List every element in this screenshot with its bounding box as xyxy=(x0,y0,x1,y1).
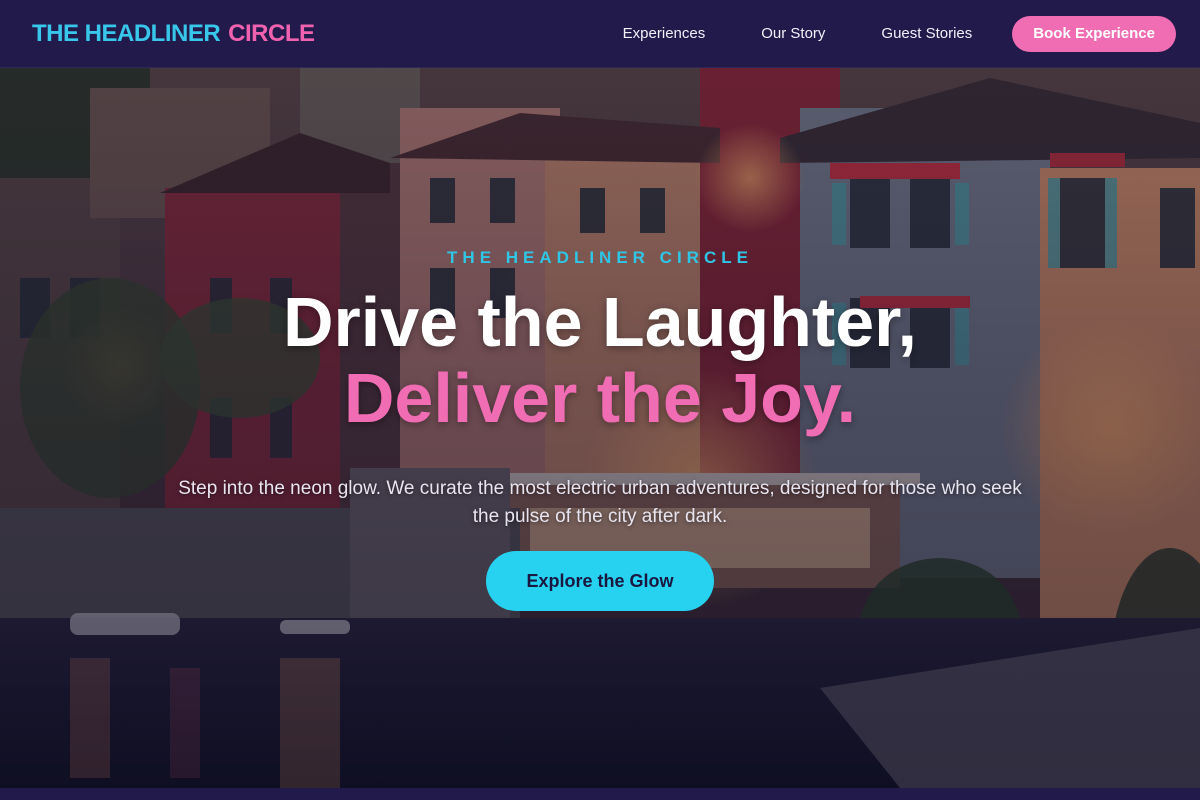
hero-headline-line1: Drive the Laughter, xyxy=(282,283,918,361)
nav-link-our-story[interactable]: Our Story xyxy=(761,25,825,42)
brand-logo[interactable]: THE HEADLINER CIRCLE xyxy=(32,20,315,48)
hero-eyebrow: THE HEADLINER CIRCLE xyxy=(447,248,753,267)
book-experience-button[interactable]: Book Experience xyxy=(1012,15,1176,52)
hero-section: THE HEADLINER CIRCLE Drive the Laughter,… xyxy=(0,68,1200,788)
hero-headline-line2: Deliver the Joy. xyxy=(343,359,857,437)
nav-link-guest-stories[interactable]: Guest Stories xyxy=(881,25,972,42)
hero-subtitle: Step into the neon glow. We curate the m… xyxy=(178,478,1022,527)
logo-text-accent: CIRCLE xyxy=(228,19,315,47)
hero-content: THE HEADLINER CIRCLE Drive the Laughter,… xyxy=(0,68,1200,788)
top-navbar: THE HEADLINER CIRCLE Experiences Our Stor… xyxy=(0,0,1200,68)
nav-links: Experiences Our Story Guest Stories Book… xyxy=(623,15,1176,52)
nav-link-experiences[interactable]: Experiences xyxy=(623,25,706,42)
logo-text-primary: THE HEADLINER xyxy=(32,19,221,47)
next-section-edge xyxy=(0,788,1200,800)
explore-the-glow-button[interactable]: Explore the Glow xyxy=(486,551,714,611)
